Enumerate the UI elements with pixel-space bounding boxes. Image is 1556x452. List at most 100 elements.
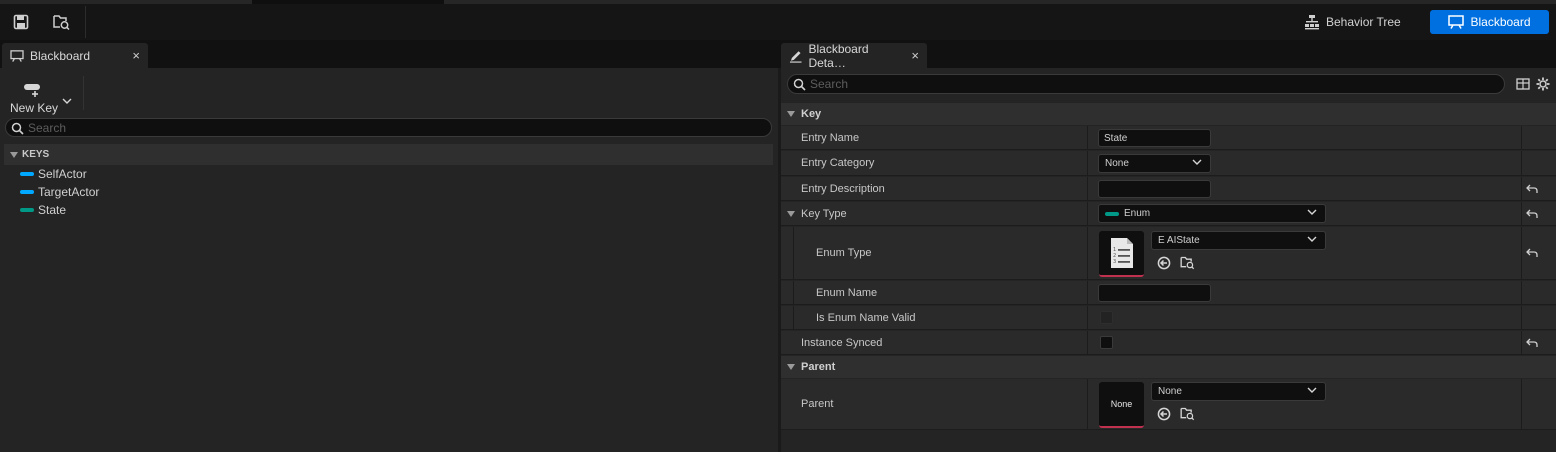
blackboard-tab-bar: Blackboard × xyxy=(0,40,778,68)
behavior-tree-mode-button[interactable]: Behavior Tree xyxy=(1304,10,1401,34)
entry-category-row: Entry Category None xyxy=(781,151,1556,176)
collapse-triangle-icon[interactable] xyxy=(787,211,795,217)
add-key-icon xyxy=(24,84,40,97)
category-label: Key xyxy=(801,108,822,120)
property-label: Instance Synced xyxy=(801,336,883,349)
keys-category-header[interactable]: KEYS xyxy=(4,144,773,165)
category-label: Parent xyxy=(801,361,836,373)
key-item[interactable]: SelfActor xyxy=(20,165,87,183)
save-button[interactable] xyxy=(6,7,36,37)
reset-arrow-icon[interactable] xyxy=(1526,338,1538,348)
column-divider xyxy=(1521,227,1522,279)
entry-category-value: None xyxy=(1105,158,1129,169)
browse-button[interactable] xyxy=(46,7,76,37)
blackboard-icon xyxy=(1448,15,1465,29)
browse-asset-icon[interactable] xyxy=(1179,255,1195,270)
column-divider xyxy=(1087,126,1088,149)
new-key-button[interactable]: New Key xyxy=(6,76,78,115)
entry-category-combo[interactable]: None xyxy=(1098,154,1211,173)
property-label: Is Enum Name Valid xyxy=(816,311,916,324)
indent-guide xyxy=(793,227,794,279)
key-type-pill xyxy=(20,208,34,212)
search-icon xyxy=(11,122,24,135)
parent-combo[interactable]: None xyxy=(1151,382,1326,401)
key-type-value: Enum xyxy=(1124,208,1151,219)
column-divider xyxy=(1087,151,1088,175)
entry-description-field[interactable] xyxy=(1098,180,1211,198)
collapse-triangle-icon xyxy=(787,111,795,117)
entry-description-row: Entry Description xyxy=(781,177,1556,201)
key-type-combo[interactable]: Enum xyxy=(1098,204,1326,223)
property-label: Entry Description xyxy=(801,182,885,195)
property-label: Key Type xyxy=(801,207,847,220)
close-icon[interactable]: × xyxy=(911,48,919,63)
enum-type-value: E AIState xyxy=(1158,235,1200,246)
details-tab-bar: Blackboard Deta… × xyxy=(778,40,1556,70)
column-divider xyxy=(1521,379,1522,429)
behavior-tree-icon xyxy=(1305,15,1319,30)
use-selected-arrow-icon[interactable] xyxy=(1157,256,1171,270)
parent-asset-thumbnail[interactable]: None xyxy=(1099,382,1144,428)
use-selected-arrow-icon[interactable] xyxy=(1157,407,1171,421)
tab-blackboard[interactable]: Blackboard × xyxy=(2,43,148,68)
key-item[interactable]: TargetActor xyxy=(20,183,99,201)
enum-asset-thumbnail[interactable]: 1 2 3 xyxy=(1099,231,1144,277)
enum-name-row: Enum Name xyxy=(781,281,1556,305)
parent-row: Parent None None xyxy=(781,379,1556,430)
column-divider xyxy=(1521,202,1522,225)
pencil-icon xyxy=(789,50,802,63)
tab-blackboard-details[interactable]: Blackboard Deta… × xyxy=(781,42,927,70)
collapse-triangle-icon xyxy=(787,364,795,370)
property-label: Entry Name xyxy=(801,131,860,144)
key-label: SelfActor xyxy=(38,167,87,181)
column-divider xyxy=(1521,177,1522,200)
category-key[interactable]: Key xyxy=(781,103,1556,125)
indent-guide xyxy=(793,306,794,329)
property-label: Enum Type xyxy=(816,247,872,259)
chevron-down-icon xyxy=(1307,387,1317,393)
column-divider xyxy=(1521,331,1522,354)
key-type-row: Key Type Enum xyxy=(781,202,1556,226)
column-divider xyxy=(1087,331,1088,354)
property-label: Parent xyxy=(801,398,834,410)
chevron-down-icon[interactable] xyxy=(62,97,72,105)
new-key-label: New Key xyxy=(10,101,59,115)
column-divider xyxy=(1521,306,1522,329)
column-divider xyxy=(1087,281,1088,304)
entry-name-field[interactable]: State xyxy=(1098,129,1211,147)
blackboard-label: Blackboard xyxy=(1470,15,1531,29)
toolbar-separator xyxy=(85,6,86,38)
key-type-pill xyxy=(1105,211,1119,216)
enum-asset-actions xyxy=(1157,255,1195,270)
close-icon[interactable]: × xyxy=(132,48,140,63)
blackboard-panel: Blackboard × New Key Search KEYS SelfAct… xyxy=(0,40,778,452)
reset-arrow-icon[interactable] xyxy=(1526,184,1538,194)
key-label: State xyxy=(38,203,67,217)
reset-arrow-icon[interactable] xyxy=(1526,209,1538,219)
browse-asset-icon[interactable] xyxy=(1179,406,1195,421)
column-divider xyxy=(1087,379,1088,429)
save-icon xyxy=(13,14,29,30)
enum-name-field[interactable] xyxy=(1098,284,1211,302)
column-divider xyxy=(1087,177,1088,200)
enum-type-combo[interactable]: E AIState xyxy=(1151,231,1326,250)
key-search-input[interactable]: Search xyxy=(5,118,772,137)
category-parent[interactable]: Parent xyxy=(781,356,1556,378)
reset-arrow-icon[interactable] xyxy=(1526,248,1538,258)
property-label: Entry Category xyxy=(801,157,875,169)
search-placeholder: Search xyxy=(28,120,67,135)
instance-synced-checkbox[interactable] xyxy=(1100,336,1113,349)
column-divider xyxy=(1521,281,1522,304)
key-item[interactable]: State xyxy=(20,201,66,219)
settings-gear-icon[interactable] xyxy=(1536,77,1550,91)
indent-guide xyxy=(793,281,794,304)
column-divider xyxy=(1087,202,1088,225)
parent-value: None xyxy=(1158,386,1182,397)
details-search-input[interactable]: Search xyxy=(787,74,1505,94)
enum-document-icon: 1 2 3 xyxy=(1110,238,1133,268)
blackboard-mode-button[interactable]: Blackboard xyxy=(1430,10,1549,34)
column-divider xyxy=(1521,126,1522,149)
table-view-icon[interactable] xyxy=(1516,78,1530,90)
blackboard-details-panel: Blackboard Deta… × Search Key Entry Name… xyxy=(778,40,1556,452)
chevron-down-icon xyxy=(1307,236,1317,242)
